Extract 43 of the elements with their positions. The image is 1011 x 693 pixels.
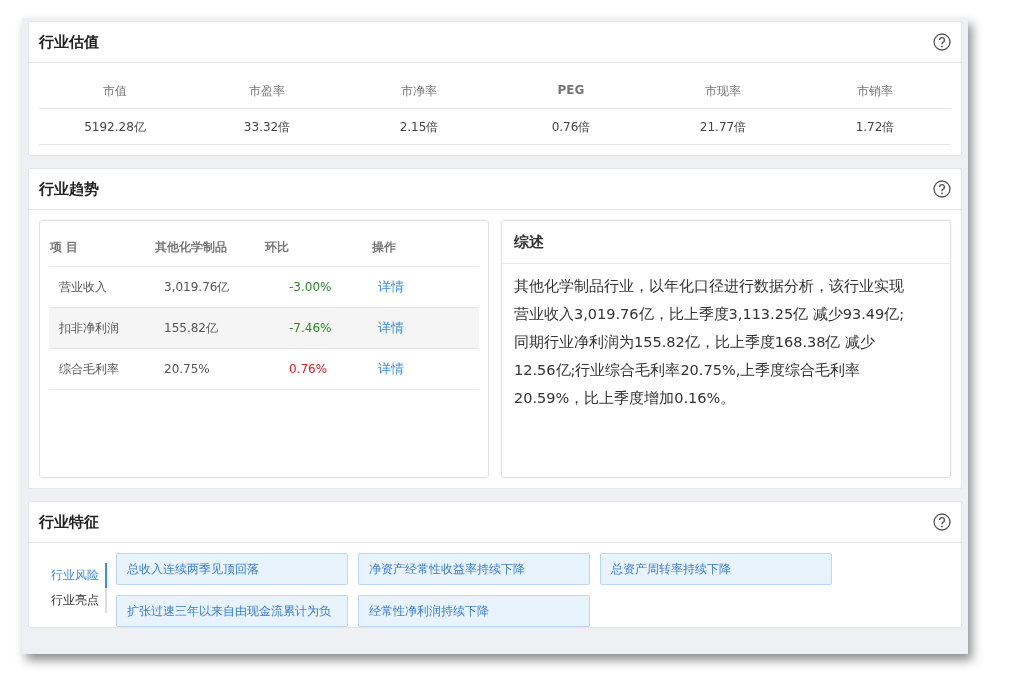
feature-tag: 总收入连续两季见顶回落 xyxy=(116,553,348,585)
feature-tag: 总资产周转率持续下降 xyxy=(600,553,832,585)
help-icon[interactable] xyxy=(933,33,951,51)
column-header: 操作 xyxy=(371,239,479,267)
table-cell: 5192.28亿 xyxy=(39,109,191,145)
change-value: -3.00% xyxy=(289,280,332,294)
table-cell: 20.75% xyxy=(164,362,210,376)
column-header: 市盈率 xyxy=(191,71,343,109)
feature-tag: 经常性净利润持续下降 xyxy=(358,595,590,627)
column-header: 市现率 xyxy=(647,71,799,109)
column-header: 环比 xyxy=(264,239,371,267)
table-cell: 33.32倍 xyxy=(191,109,343,145)
details-link[interactable]: 详情 xyxy=(378,361,404,376)
table-cell: 综合毛利率 xyxy=(59,361,119,376)
section-title: 行业特征 xyxy=(39,512,99,532)
help-icon[interactable] xyxy=(933,180,951,198)
column-header: 市净率 xyxy=(343,71,495,109)
feature-tag: 扩张过速三年以来自由现金流累计为负 xyxy=(116,595,348,627)
side-tab[interactable]: 行业亮点 xyxy=(51,588,107,613)
column-header: 市值 xyxy=(39,71,191,109)
column-header: 市销率 xyxy=(799,71,951,109)
table-cell: 1.72倍 xyxy=(799,109,951,145)
side-tab[interactable]: 行业风险 xyxy=(51,563,107,588)
details-link[interactable]: 详情 xyxy=(378,320,404,335)
column-header: PEG xyxy=(495,71,647,109)
summary-text: 其他化学制品行业，以年化口径进行数据分析，该行业实现营业收入3,019.76亿，比上季度3,113.25亿 减少93.49亿;同期行业净利润为155.82亿，比上季度168.38亿 减少12.56亿;行业综合毛利率20.75%,上季度综合毛利率20.59%，比上季度增加0.16%。 xyxy=(514,277,906,408)
table-cell: 扣非净利润 xyxy=(59,320,119,335)
table-cell: 0.76倍 xyxy=(495,109,647,145)
table-cell: 2.15倍 xyxy=(343,109,495,145)
column-header: 项 目 xyxy=(49,239,154,267)
details-link[interactable]: 详情 xyxy=(378,279,404,294)
section-title: 行业趋势 xyxy=(39,179,99,199)
summary-title: 综述 xyxy=(514,232,544,252)
section-title: 行业估值 xyxy=(39,32,99,52)
table-cell: 营业收入 xyxy=(59,279,107,294)
table-cell: 3,019.76亿 xyxy=(164,279,230,294)
feature-tag: 净资产经常性收益率持续下降 xyxy=(358,553,590,585)
change-value: 0.76% xyxy=(289,362,328,376)
help-icon[interactable] xyxy=(933,513,951,531)
change-value: -7.46% xyxy=(289,321,332,335)
table-cell: 155.82亿 xyxy=(164,320,218,335)
table-cell: 21.77倍 xyxy=(647,109,799,145)
column-header: 其他化学制品 xyxy=(154,239,264,267)
